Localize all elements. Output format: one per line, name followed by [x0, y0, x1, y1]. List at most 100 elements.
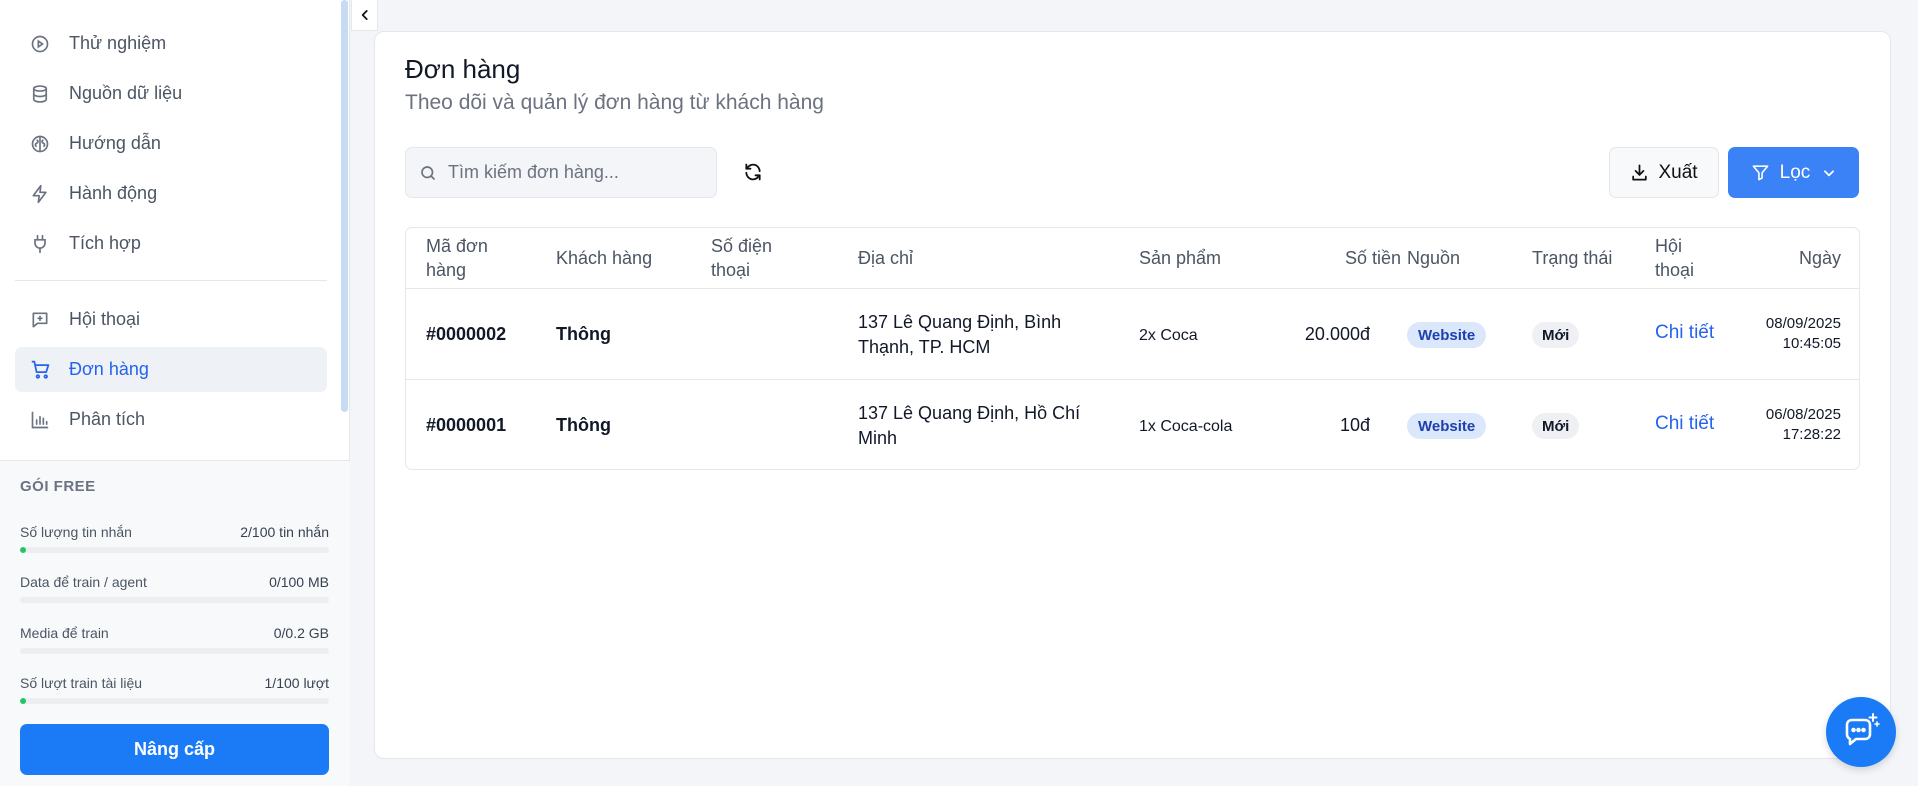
cell-date: 06/08/2025 17:28:22	[1765, 406, 1841, 443]
filter-label: Lọc	[1779, 161, 1811, 183]
sidebar: Thử nghiệm Nguồn dữ liệu Hướng dẫn Hành …	[0, 0, 350, 786]
chevron-left-icon	[358, 8, 372, 22]
filter-icon	[1751, 163, 1770, 182]
plan-panel: GÓI FREE Số lượng tin nhắn 2/100 tin nhắ…	[0, 460, 350, 786]
export-label: Xuất	[1658, 161, 1698, 183]
th-customer: Khách hàng	[556, 248, 653, 268]
upgrade-button[interactable]: Nâng cấp	[20, 724, 329, 775]
nav-item-label: Hành động	[69, 183, 158, 203]
th-order-id: Mã đơn hàng	[426, 236, 488, 280]
sidebar-scrollbar-thumb[interactable]	[341, 0, 348, 412]
cart-icon	[29, 359, 51, 381]
cell-product: 1x Coca-cola	[1139, 418, 1233, 435]
cell-order-id: #0000001	[426, 415, 507, 435]
nav-item-orders[interactable]: Đơn hàng	[15, 347, 327, 392]
nav-item-label: Nguồn dữ liệu	[69, 83, 183, 103]
status-badge: Mới	[1532, 322, 1580, 348]
message-plus-icon	[29, 309, 51, 331]
chevron-down-icon	[1822, 166, 1836, 180]
nav-item-label: Hướng dẫn	[69, 133, 161, 153]
nav-item-actions[interactable]: Hành động	[15, 171, 327, 216]
page-title: Đơn hàng	[405, 54, 521, 84]
refresh-icon	[743, 162, 763, 182]
status-badge: Mới	[1532, 413, 1580, 439]
quota-train-data: Data để train / agent 0/100 MB	[20, 574, 329, 604]
quota-progress-bar	[20, 547, 329, 553]
plan-title: GÓI FREE	[20, 478, 96, 495]
cell-address: 137 Lê Quang Định, Hồ Chí Minh	[858, 403, 1081, 448]
plug-icon	[29, 233, 51, 255]
table-row[interactable]: #0000001 Thông 137 Lê Quang Định, Hồ Chí…	[406, 380, 1859, 469]
quota-label: Media để train	[20, 625, 109, 641]
quota-value: 1/100 lượt	[264, 675, 329, 691]
search-icon	[419, 164, 437, 182]
th-source: Nguồn	[1407, 248, 1461, 268]
cell-order-id: #0000002	[426, 324, 507, 344]
nav-item-label: Phân tích	[69, 409, 146, 429]
cell-address: 137 Lê Quang Định, Bình Thạnh, TP. HCM	[858, 312, 1062, 357]
nav-item-label: Đơn hàng	[69, 359, 149, 379]
database-icon	[29, 83, 51, 105]
search-box[interactable]	[405, 147, 717, 198]
detail-link[interactable]: Chi tiết	[1655, 413, 1714, 435]
nav-item-integrations[interactable]: Tích hợp	[15, 221, 327, 266]
quota-progress-bar	[20, 698, 329, 704]
quota-progress-bar	[20, 648, 329, 654]
th-status: Trạng thái	[1532, 248, 1613, 268]
source-badge: Website	[1407, 322, 1487, 348]
collapse-sidebar-button[interactable]	[351, 0, 378, 31]
nav-item-label: Hội thoại	[69, 309, 141, 329]
th-amount: Số tiền	[1345, 248, 1402, 268]
quota-media: Media để train 0/0.2 GB	[20, 625, 329, 655]
quota-value: 0/0.2 GB	[273, 625, 329, 641]
orders-card: Đơn hàng Theo dõi và quản lý đơn hàng từ…	[374, 31, 1891, 759]
nav-item-label: Tích hợp	[69, 233, 141, 253]
cell-amount: 20.000đ	[1304, 324, 1370, 344]
cell-customer: Thông	[556, 415, 611, 435]
play-circle-icon	[29, 33, 51, 55]
quota-progress-fill	[20, 698, 26, 704]
nav-divider	[15, 280, 327, 281]
search-input[interactable]	[448, 162, 698, 183]
nav-item-conversations[interactable]: Hội thoại	[15, 297, 327, 342]
page-subtitle: Theo dõi và quản lý đơn hàng từ khách hà…	[405, 91, 824, 114]
th-phone: Số điện thoại	[711, 236, 773, 280]
quota-value: 0/100 MB	[269, 574, 329, 590]
cell-customer: Thông	[556, 324, 611, 344]
zap-icon	[29, 183, 51, 205]
quota-label: Số lượt train tài liệu	[20, 675, 143, 691]
filter-button[interactable]: Lọc	[1728, 147, 1859, 198]
nav-item-analytics[interactable]: Phân tích	[15, 397, 327, 442]
quota-value: 2/100 tin nhắn	[240, 524, 329, 540]
cell-product: 2x Coca	[1139, 327, 1198, 344]
quota-progress-fill	[20, 547, 27, 553]
nav-item-guides[interactable]: Hướng dẫn	[15, 121, 327, 166]
nav-item-label: Thử nghiệm	[69, 33, 167, 53]
chat-widget-button[interactable]	[1826, 697, 1896, 767]
quota-progress-bar	[20, 597, 329, 603]
th-product: Sản phẩm	[1139, 248, 1222, 268]
th-address: Địa chỉ	[858, 248, 914, 268]
export-button[interactable]: Xuất	[1609, 147, 1719, 198]
refresh-button[interactable]	[737, 156, 769, 188]
download-icon	[1630, 163, 1649, 182]
chat-sparkle-icon	[1840, 711, 1882, 753]
quota-train-docs: Số lượt train tài liệu 1/100 lượt	[20, 675, 329, 705]
sidebar-scrollbar[interactable]	[341, 0, 348, 460]
detail-link[interactable]: Chi tiết	[1655, 322, 1714, 344]
source-badge: Website	[1407, 413, 1487, 439]
quota-label: Số lượng tin nhắn	[20, 524, 132, 540]
table-header: Mã đơn hàng Khách hàng Số điện thoại Địa c…	[406, 228, 1859, 289]
quota-messages: Số lượng tin nhắn 2/100 tin nhắn	[20, 524, 329, 554]
brain-icon	[29, 133, 51, 155]
sidebar-nav: Thử nghiệm Nguồn dữ liệu Hướng dẫn Hành …	[0, 0, 350, 460]
bar-chart-icon	[29, 409, 51, 431]
nav-item-testing[interactable]: Thử nghiệm	[15, 21, 327, 66]
orders-table: Mã đơn hàng Khách hàng Số điện thoại Địa c…	[405, 227, 1860, 470]
th-date: Ngày	[1798, 248, 1841, 268]
table-row[interactable]: #0000002 Thông 137 Lê Quang Định, Bình Th…	[406, 289, 1859, 380]
nav-item-data-sources[interactable]: Nguồn dữ liệu	[15, 71, 327, 116]
cell-amount: 10đ	[1339, 415, 1370, 435]
quota-label: Data để train / agent	[20, 574, 147, 590]
th-conversation: Hội thoại	[1655, 236, 1695, 280]
